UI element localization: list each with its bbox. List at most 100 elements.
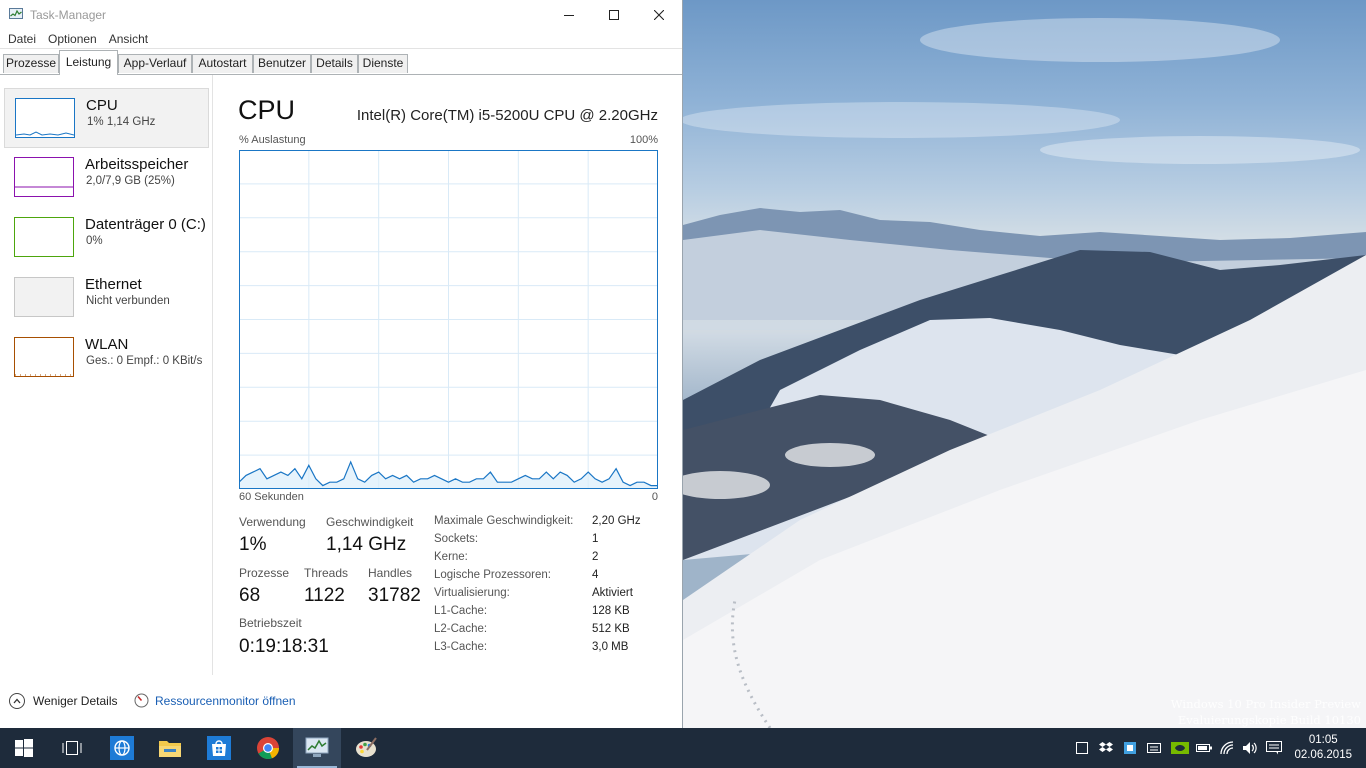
volume-icon[interactable]	[1242, 740, 1258, 756]
footer-bar: Weniger Details Ressourcenmonitor öffnen	[0, 690, 683, 716]
task-view-icon	[62, 741, 82, 755]
tab-dienste[interactable]: Dienste	[358, 54, 408, 73]
clock-date: 02.06.2015	[1294, 749, 1352, 761]
prop-value: 2	[592, 551, 599, 563]
onedrive-icon[interactable]	[1122, 740, 1138, 756]
tab-autostart[interactable]: Autostart	[192, 54, 253, 73]
wifi-icon[interactable]	[1220, 740, 1236, 756]
windows-logo-icon	[15, 739, 33, 757]
tab-app-verlauf[interactable]: App-Verlauf	[118, 54, 192, 73]
handles-value: 31782	[368, 585, 421, 606]
prop-label: Logische Prozessoren:	[434, 569, 551, 581]
prop-label: Kerne:	[434, 551, 468, 563]
title-bar[interactable]: Task-Manager	[0, 0, 682, 30]
windows-watermark: Windows 10 Pro Insider Preview Evaluieru…	[1171, 696, 1361, 728]
tab-prozesse[interactable]: Prozesse	[3, 54, 59, 73]
nvidia-icon[interactable]	[1170, 740, 1190, 756]
start-button[interactable]	[0, 728, 48, 768]
chrome-button[interactable]	[244, 728, 292, 768]
graph-y-max-label: 100%	[629, 134, 658, 146]
chevron-up-icon	[9, 693, 25, 709]
paint-button[interactable]	[342, 728, 390, 768]
graph-y-label: % Auslastung	[239, 134, 306, 146]
resource-item-ethernet[interactable]: Ethernet Nicht verbunden	[4, 268, 209, 328]
menu-datei[interactable]: Datei	[2, 30, 42, 48]
disk-thumbnail	[14, 217, 74, 257]
close-icon	[654, 10, 664, 20]
prop-label: L1-Cache:	[434, 605, 488, 617]
fewer-details-button[interactable]: Weniger Details	[9, 693, 117, 709]
watermark-line2: Evaluierungskopie Build 10130	[1177, 713, 1361, 727]
speed-value: 1,14 GHz	[326, 534, 407, 555]
resource-subtitle: 2,0/7,9 GB (25%)	[86, 175, 175, 187]
resource-item-disk[interactable]: Datenträger 0 (C:) 0%	[4, 208, 209, 268]
store-button[interactable]	[195, 728, 243, 768]
resource-monitor-label: Ressourcenmonitor öffnen	[155, 693, 296, 708]
wlan-mini-graph	[15, 374, 73, 376]
resource-subtitle: Ges.: 0 Empf.: 0 KBit/s	[86, 355, 203, 367]
tray-window-icon[interactable]	[1074, 740, 1090, 756]
minimize-icon	[564, 15, 574, 16]
resource-title: Datenträger 0 (C:)	[85, 216, 206, 233]
resource-monitor-link[interactable]: Ressourcenmonitor öffnen	[134, 693, 296, 708]
performance-content: CPU 1% 1,14 GHz Arbeitsspeicher 2,0/7,9 …	[0, 75, 682, 681]
resource-item-cpu[interactable]: CPU 1% 1,14 GHz	[4, 88, 209, 148]
keyboard-icon[interactable]	[1146, 740, 1162, 756]
close-button[interactable]	[636, 0, 682, 30]
battery-icon[interactable]	[1196, 740, 1212, 756]
window-title: Task-Manager	[30, 8, 107, 22]
globe-icon	[110, 736, 134, 760]
cpu-model-name: Intel(R) Core(TM) i5-5200U CPU @ 2.20GHz	[356, 107, 658, 124]
action-center-icon[interactable]	[1266, 740, 1282, 756]
watermark-line1: Windows 10 Pro Insider Preview	[1170, 697, 1361, 711]
resource-subtitle: 0%	[86, 235, 103, 247]
maximize-button[interactable]	[591, 0, 637, 30]
graph-grid	[239, 150, 658, 489]
usage-value: 1%	[239, 534, 267, 555]
minimize-button[interactable]	[546, 0, 592, 30]
usage-label: Verwendung	[239, 515, 306, 529]
maximize-icon	[609, 10, 619, 20]
prop-label: L2-Cache:	[434, 623, 488, 635]
resource-title: WLAN	[85, 336, 129, 353]
processes-value: 68	[239, 585, 261, 606]
resource-item-wlan[interactable]: WLAN Ges.: 0 Empf.: 0 KBit/s	[4, 328, 209, 388]
cpu-thumbnail	[15, 98, 75, 138]
wlan-thumbnail	[14, 337, 74, 377]
prop-value: 128 KB	[592, 605, 630, 617]
detail-heading: CPU	[238, 95, 296, 125]
handles-label: Handles	[368, 566, 413, 580]
memory-thumbnail	[14, 157, 74, 197]
tab-leistung[interactable]: Leistung	[59, 50, 118, 75]
folder-icon	[159, 741, 181, 757]
tab-details[interactable]: Details	[311, 54, 358, 73]
task-manager-taskbar-button[interactable]	[293, 728, 341, 768]
resource-item-memory[interactable]: Arbeitsspeicher 2,0/7,9 GB (25%)	[4, 148, 209, 208]
taskbar-clock[interactable]: 01:05 02.06.2015	[1294, 733, 1352, 763]
prop-value: Aktiviert	[592, 587, 633, 599]
processes-label: Prozesse	[239, 566, 290, 580]
dropbox-icon[interactable]	[1098, 740, 1114, 756]
resource-monitor-icon	[134, 693, 149, 708]
uptime-label: Betriebszeit	[239, 616, 302, 630]
prop-value: 2,20 GHz	[592, 515, 641, 527]
menu-optionen[interactable]: Optionen	[42, 30, 103, 48]
resource-title: CPU	[86, 97, 118, 114]
threads-value: 1122	[304, 585, 345, 606]
cpu-mini-graph	[15, 131, 75, 136]
graph-x-label: 60 Sekunden	[239, 491, 304, 503]
speed-label: Geschwindigkeit	[326, 515, 414, 529]
paint-palette-icon	[356, 737, 377, 757]
resource-subtitle: Nicht verbunden	[86, 295, 170, 307]
task-manager-icon	[305, 737, 329, 757]
internet-explorer-button[interactable]	[98, 728, 146, 768]
file-explorer-button[interactable]	[146, 728, 194, 768]
task-view-button[interactable]	[48, 728, 96, 768]
memory-mini-graph	[15, 186, 73, 188]
menu-ansicht[interactable]: Ansicht	[103, 30, 154, 48]
tab-benutzer[interactable]: Benutzer	[253, 54, 311, 73]
graph-x-end-label: 0	[651, 491, 658, 503]
prop-label: Maximale Geschwindigkeit:	[434, 515, 574, 527]
prop-value: 4	[592, 569, 599, 581]
task-manager-window: Task-Manager Datei Optionen Ansicht Proz…	[0, 0, 683, 728]
